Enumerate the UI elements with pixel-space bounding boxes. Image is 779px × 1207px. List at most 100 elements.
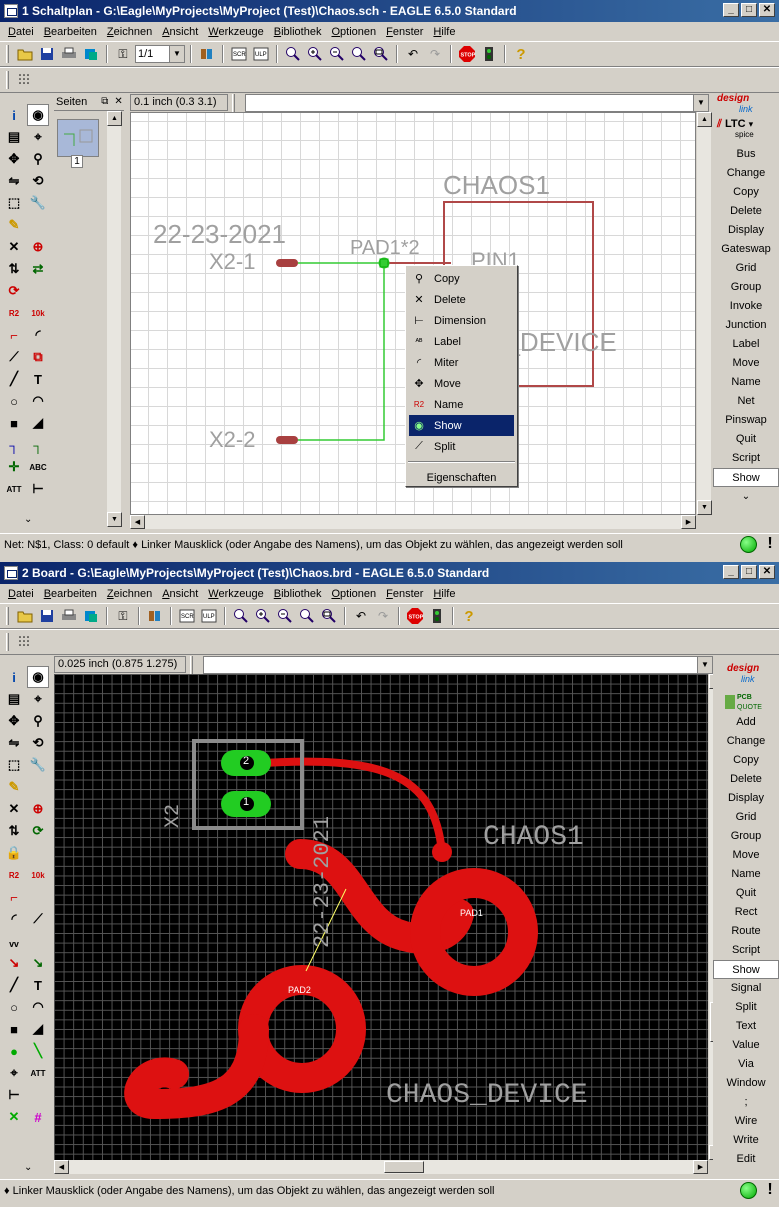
split-icon[interactable]: ⟋: [27, 908, 49, 930]
menu-werkzeuge[interactable]: Werkzeuge: [203, 26, 268, 38]
command-display[interactable]: Display: [713, 789, 779, 808]
menu-ansicht[interactable]: Ansicht: [157, 26, 203, 38]
command-add[interactable]: Add: [713, 713, 779, 732]
zoom-select-icon[interactable]: [319, 606, 339, 626]
command-quit[interactable]: Quit: [713, 430, 779, 449]
minimize-button[interactable]: _: [723, 3, 739, 17]
polygon-icon[interactable]: ◢: [27, 412, 49, 434]
command-junction[interactable]: Junction: [713, 316, 779, 335]
attribute-icon[interactable]: ATT: [3, 478, 25, 500]
board-schematic-switch-icon[interactable]: ⚿: [113, 606, 133, 626]
change-icon[interactable]: 🔧: [27, 192, 49, 214]
menu-optionen[interactable]: Optionen: [326, 588, 381, 600]
junction-icon[interactable]: ✛: [3, 456, 25, 478]
context-item-properties[interactable]: Eigenschaften: [406, 467, 517, 488]
command-bus[interactable]: Bus: [713, 145, 779, 164]
command-group[interactable]: Group: [713, 278, 779, 297]
grid-dots-icon[interactable]: [15, 632, 35, 652]
move-icon[interactable]: ✥: [3, 148, 25, 170]
board-titlebar[interactable]: 2 Board - G:\Eagle\MyProjects\MyProject …: [0, 562, 779, 584]
menu-ansicht[interactable]: Ansicht: [157, 588, 203, 600]
drc-icon[interactable]: #: [27, 1106, 49, 1128]
redo-icon[interactable]: ↷: [373, 606, 393, 626]
command-name[interactable]: Name: [713, 865, 779, 884]
pinswap-icon[interactable]: ⇅: [3, 258, 25, 280]
command-move[interactable]: Move: [713, 846, 779, 865]
scroll-down-icon[interactable]: ▼: [107, 512, 122, 527]
show-eye-icon[interactable]: ◉: [27, 666, 49, 688]
script-icon[interactable]: SCR: [177, 606, 197, 626]
menu-hilfe[interactable]: Hilfe: [428, 26, 460, 38]
command-change[interactable]: Change: [713, 732, 779, 751]
command-rect[interactable]: Rect: [713, 903, 779, 922]
maximize-button[interactable]: □: [741, 3, 757, 17]
miter-icon[interactable]: ◜: [3, 908, 25, 930]
ripup-icon[interactable]: ↘: [27, 952, 49, 974]
dimension-icon[interactable]: ⊢: [3, 1084, 25, 1106]
add-icon[interactable]: ⊕: [27, 236, 49, 258]
rotate-icon[interactable]: ⟲: [27, 732, 49, 754]
ratsnest-icon[interactable]: ✕: [3, 1106, 25, 1128]
stop-button[interactable]: !: [761, 1181, 779, 1201]
show-eye-icon[interactable]: ◉: [27, 104, 49, 126]
context-item-miter[interactable]: ◜ Miter: [406, 352, 517, 373]
info-icon[interactable]: i: [3, 666, 25, 688]
display-icon[interactable]: ▤: [3, 688, 25, 710]
scroll-left-icon[interactable]: ◀: [54, 1160, 69, 1174]
command-gateswap[interactable]: Gateswap: [713, 240, 779, 259]
command-script[interactable]: Script: [713, 941, 779, 960]
menu-fenster[interactable]: Fenster: [381, 26, 428, 38]
pcb-quote-logo[interactable]: PCB QUOTE: [713, 691, 779, 713]
context-item-move[interactable]: ✥ Move: [406, 373, 517, 394]
scroll-left-icon[interactable]: ◀: [130, 515, 145, 529]
command-group[interactable]: Group: [713, 827, 779, 846]
zoom-select-icon[interactable]: [371, 44, 391, 64]
scroll-right-icon[interactable]: ▶: [693, 1160, 708, 1174]
page-thumbnail[interactable]: [57, 119, 99, 157]
menu-bibliothek[interactable]: Bibliothek: [269, 588, 327, 600]
scroll-down-icon[interactable]: ▼: [697, 500, 712, 515]
name-icon[interactable]: R2: [3, 864, 25, 886]
menu-werkzeuge[interactable]: Werkzeuge: [203, 588, 268, 600]
lock-icon[interactable]: 🔒: [3, 842, 25, 864]
command-pinswap[interactable]: Pinswap: [713, 411, 779, 430]
command-wire[interactable]: Wire: [713, 1112, 779, 1131]
optimize-icon[interactable]: ᵥᵥ: [3, 930, 25, 952]
route-icon[interactable]: ↘: [3, 952, 25, 974]
command-semicolon[interactable]: ;: [713, 1093, 779, 1112]
command-window[interactable]: Window: [713, 1074, 779, 1093]
ulp-icon[interactable]: ULP: [251, 44, 271, 64]
copy-icon[interactable]: ⚲: [27, 148, 49, 170]
command-quit[interactable]: Quit: [713, 884, 779, 903]
command-route[interactable]: Route: [713, 922, 779, 941]
command-invoke[interactable]: Invoke: [713, 297, 779, 316]
lock-icon[interactable]: ⚿: [113, 44, 133, 64]
split-icon[interactable]: ⟋: [3, 346, 25, 368]
replace-icon[interactable]: ⟳: [27, 820, 49, 842]
command-via[interactable]: Via: [713, 1055, 779, 1074]
text-icon[interactable]: T: [27, 974, 49, 996]
command-show[interactable]: Show: [713, 468, 779, 487]
maximize-button[interactable]: □: [741, 565, 757, 579]
menu-zeichnen[interactable]: Zeichnen: [102, 26, 157, 38]
command-write[interactable]: Write: [713, 1131, 779, 1150]
context-item-label[interactable]: ᴬᴮ Label: [406, 331, 517, 352]
circle-icon[interactable]: ○: [3, 996, 25, 1018]
menu-bearbeiten[interactable]: Bearbeiten: [39, 26, 102, 38]
pages-scrollbar[interactable]: ▲ ▼: [106, 111, 122, 527]
script-icon[interactable]: SCR: [229, 44, 249, 64]
zoom-fit-icon[interactable]: [231, 606, 251, 626]
text-icon[interactable]: T: [27, 368, 49, 390]
info-icon[interactable]: i: [3, 104, 25, 126]
command-copy[interactable]: Copy: [713, 751, 779, 770]
value-icon[interactable]: 10k: [27, 302, 49, 324]
context-item-split[interactable]: ⟋ Split: [406, 436, 517, 457]
paste-icon[interactable]: ✎: [3, 776, 25, 798]
save-icon[interactable]: [37, 606, 57, 626]
ltspice-logo[interactable]: ⫽ LTC ▾ spice: [713, 119, 779, 145]
mark-icon[interactable]: ⌖: [27, 126, 49, 148]
menu-bearbeiten[interactable]: Bearbeiten: [39, 588, 102, 600]
stop-icon[interactable]: STOP: [405, 606, 425, 626]
command-split[interactable]: Split: [713, 998, 779, 1017]
signal-icon[interactable]: ╲: [27, 1040, 49, 1062]
